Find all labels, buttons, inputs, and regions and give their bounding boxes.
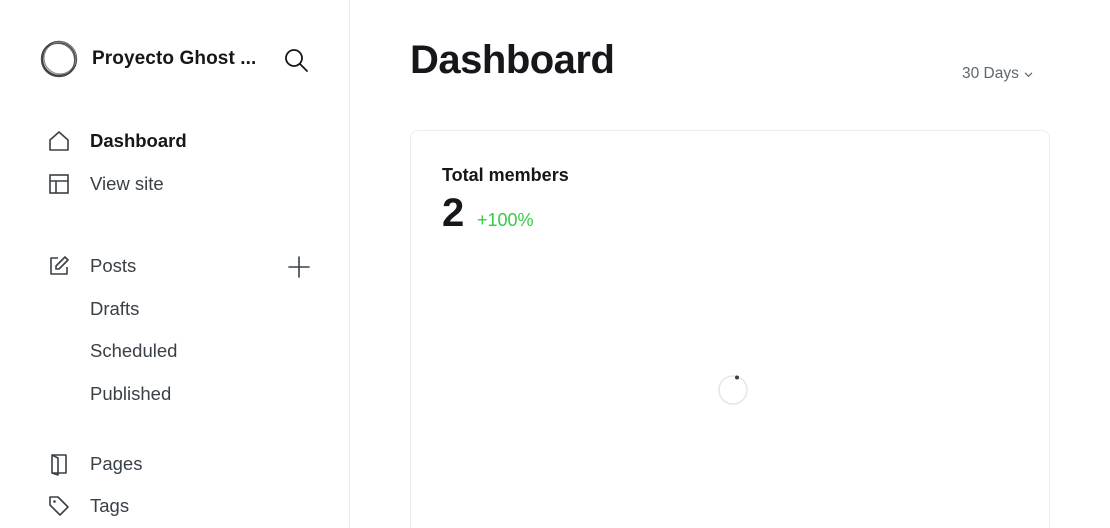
- sidebar-item-published[interactable]: Published: [90, 383, 171, 405]
- plus-icon: [288, 256, 310, 278]
- sidebar-item-pages[interactable]: Pages: [46, 449, 142, 479]
- card-title: Total members: [442, 165, 569, 185]
- layout-icon: [46, 171, 72, 197]
- page-title: Dashboard: [410, 38, 615, 82]
- sidebar-item-tags[interactable]: Tags: [46, 491, 129, 521]
- sidebar: Proyecto Ghost ... Dashboard View site P…: [0, 0, 350, 528]
- site-brand[interactable]: Proyecto Ghost ...: [40, 40, 256, 78]
- home-icon: [46, 128, 72, 154]
- members-change-badge: +100%: [477, 210, 534, 230]
- total-members-value: 2: [442, 191, 465, 235]
- date-range-select[interactable]: 30 Days: [962, 65, 1033, 83]
- sidebar-item-label: Pages: [90, 453, 143, 474]
- date-range-label: 30 Days: [962, 65, 1019, 82]
- chevron-down-icon: [1024, 72, 1033, 77]
- sidebar-item-label: Tags: [90, 495, 130, 516]
- sidebar-item-drafts[interactable]: Drafts: [90, 298, 139, 320]
- loading-spinner-icon: [718, 375, 748, 405]
- site-logo-icon: [40, 40, 78, 78]
- sidebar-item-label: Dashboard: [90, 130, 187, 151]
- edit-icon: [46, 253, 72, 279]
- pages-icon: [46, 451, 72, 477]
- sidebar-item-label: Posts: [90, 255, 137, 276]
- sidebar-item-posts[interactable]: Posts: [46, 251, 136, 281]
- total-members-card: Total members 2 +100%: [410, 130, 1050, 528]
- search-icon: [285, 49, 308, 72]
- add-post-button[interactable]: [286, 254, 312, 280]
- tag-icon: [46, 493, 72, 519]
- sidebar-item-label: View site: [90, 173, 164, 194]
- sidebar-item-dashboard[interactable]: Dashboard: [46, 126, 187, 156]
- sidebar-item-scheduled[interactable]: Scheduled: [90, 340, 177, 362]
- sidebar-item-view-site[interactable]: View site: [46, 169, 164, 199]
- site-name: Proyecto Ghost ...: [92, 48, 257, 69]
- search-button[interactable]: [283, 47, 309, 73]
